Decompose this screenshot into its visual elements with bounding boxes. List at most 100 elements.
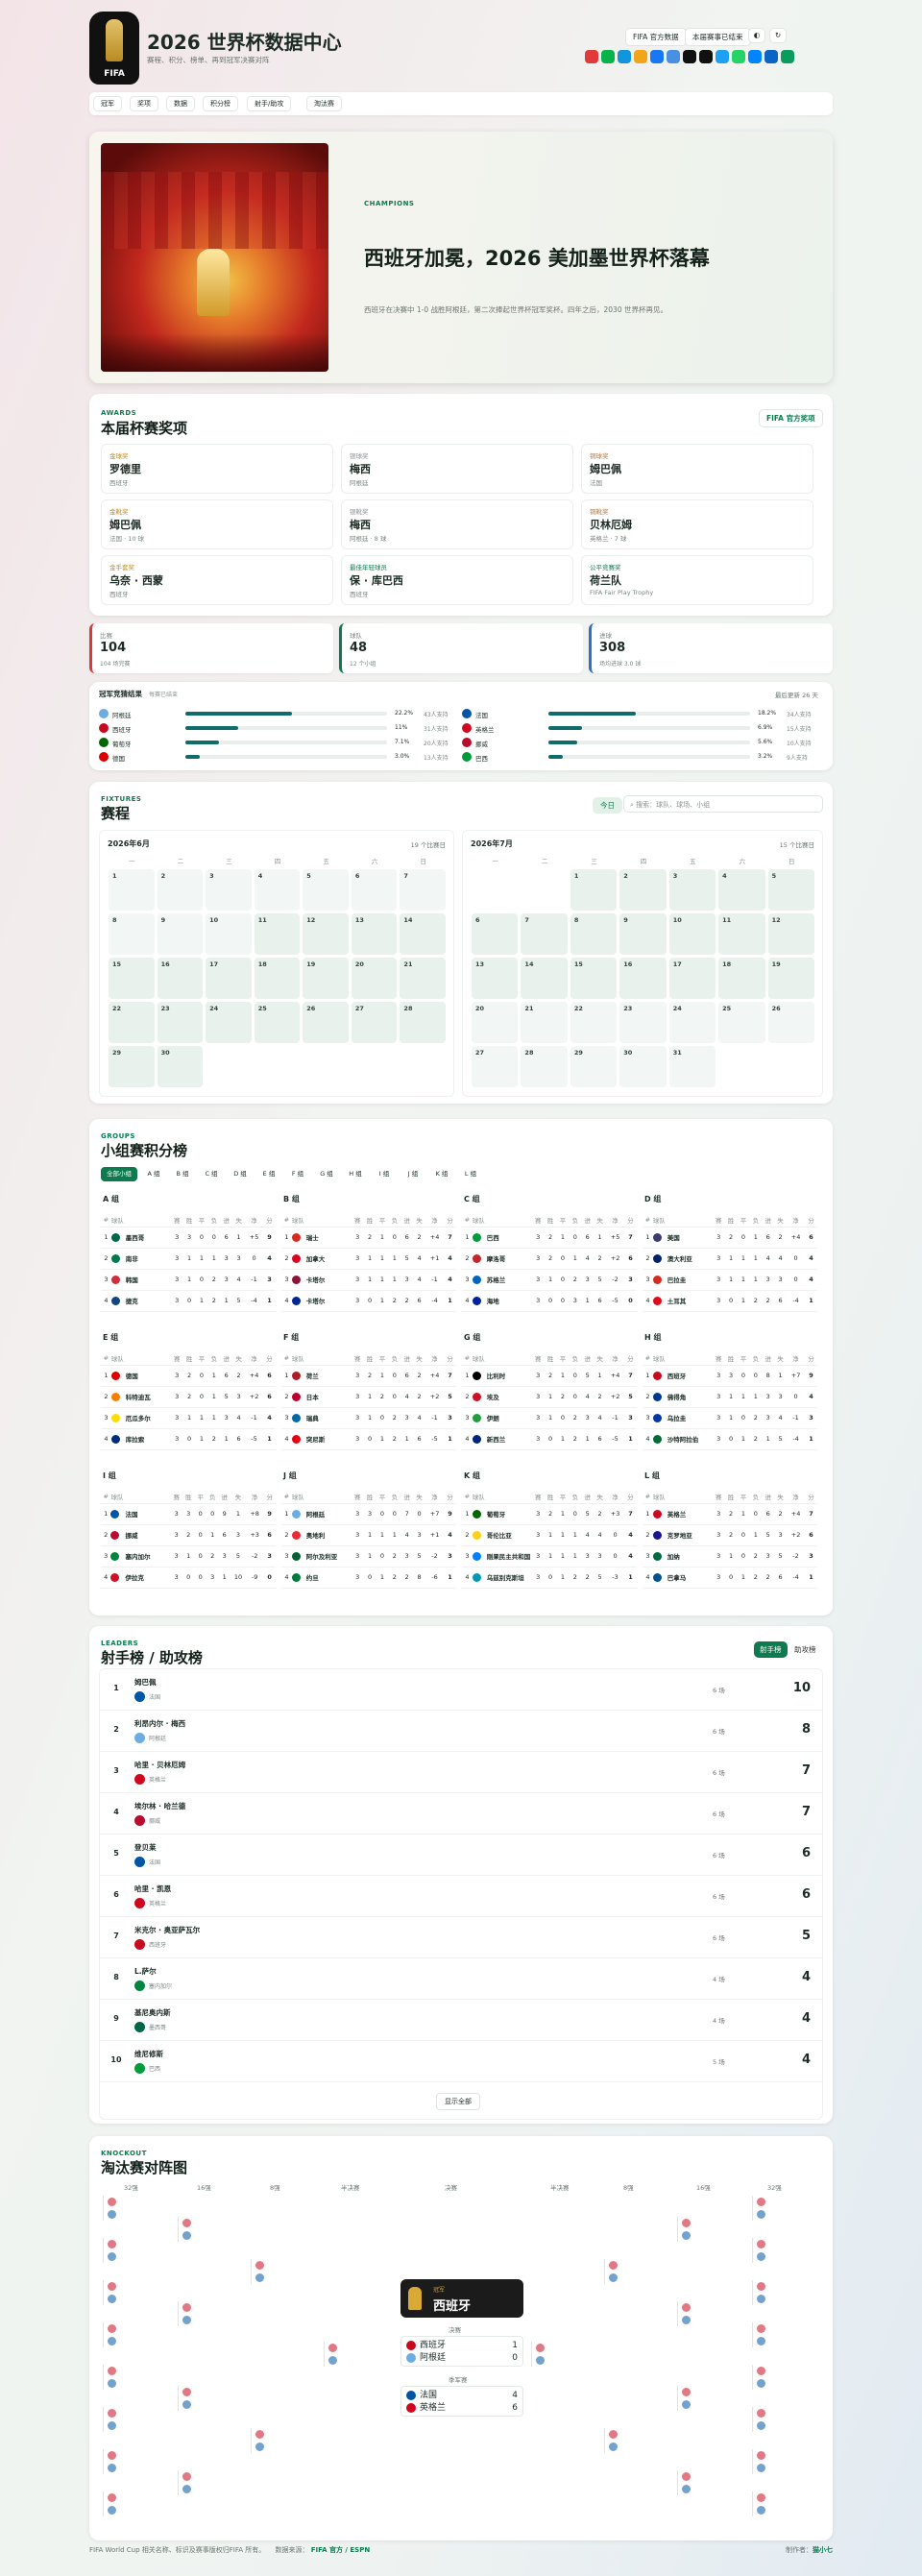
share-icon[interactable] bbox=[732, 50, 745, 63]
share-icon[interactable] bbox=[764, 50, 778, 63]
bracket-match[interactable] bbox=[752, 2407, 821, 2432]
calendar-day[interactable]: 20 bbox=[351, 958, 398, 999]
calendar-day[interactable]: 23 bbox=[157, 1002, 204, 1043]
bracket-match[interactable] bbox=[677, 2217, 746, 2242]
calendar-day[interactable]: 10 bbox=[668, 913, 716, 955]
table-row[interactable]: 4 突尼斯 3 0 1 2 1 6 -5 1 bbox=[281, 1428, 456, 1450]
calendar-day[interactable]: 27 bbox=[472, 1046, 519, 1087]
refresh-icon[interactable]: ↻ bbox=[769, 28, 787, 43]
bracket-match[interactable] bbox=[752, 2491, 821, 2516]
bracket-match[interactable] bbox=[178, 2217, 247, 2242]
calendar-day[interactable]: 19 bbox=[303, 958, 349, 999]
calendar-day[interactable]: 28 bbox=[400, 1002, 446, 1043]
calendar-day[interactable]: 8 bbox=[570, 913, 618, 955]
calendar-day[interactable]: 25 bbox=[254, 1002, 301, 1043]
calendar-day[interactable]: 15 bbox=[570, 958, 618, 999]
calendar-day[interactable]: 3 bbox=[668, 869, 716, 911]
group-tab[interactable]: J 组 bbox=[400, 1167, 425, 1181]
bracket-match[interactable] bbox=[251, 2428, 320, 2453]
fixture-search-input[interactable]: ⌕ 搜索：球队、球场、小组 bbox=[623, 795, 823, 813]
calendar-day[interactable]: 25 bbox=[718, 1002, 765, 1043]
bracket-match[interactable] bbox=[103, 2322, 172, 2347]
table-row[interactable]: 1 墨西哥 3 3 0 0 6 1 +5 9 bbox=[101, 1227, 276, 1249]
calendar-day[interactable]: 5 bbox=[303, 869, 349, 911]
calendar-day[interactable]: 7 bbox=[521, 913, 568, 955]
group-tab[interactable]: I 组 bbox=[372, 1167, 397, 1181]
calendar-day[interactable]: 11 bbox=[254, 913, 301, 955]
table-row[interactable]: 2 哥伦比亚 3 1 1 1 4 4 0 4 bbox=[462, 1524, 637, 1546]
nav-link[interactable]: 数据 bbox=[166, 96, 195, 111]
calendar-day[interactable]: 9 bbox=[619, 913, 667, 955]
bracket-match[interactable] bbox=[752, 2196, 821, 2221]
share-icon[interactable] bbox=[683, 50, 696, 63]
leader-row[interactable]: 7 米克尔 · 奥亚萨瓦尔 西班牙 6 场 5 bbox=[100, 1917, 822, 1958]
nav-link[interactable]: 冠军 bbox=[93, 96, 122, 111]
table-row[interactable]: 2 埃及 3 1 2 0 4 2 +2 5 bbox=[462, 1386, 637, 1408]
leader-row[interactable]: 3 哈里 · 贝林厄姆 英格兰 6 场 7 bbox=[100, 1752, 822, 1793]
table-row[interactable]: 2 加拿大 3 1 1 1 5 4 +1 4 bbox=[281, 1248, 456, 1270]
group-tab[interactable]: A 组 bbox=[141, 1167, 166, 1181]
calendar-day[interactable]: 2 bbox=[619, 869, 667, 911]
bracket-match[interactable] bbox=[178, 2386, 247, 2411]
table-row[interactable]: 3 巴拉圭 3 1 1 1 3 3 0 4 bbox=[643, 1269, 817, 1291]
table-row[interactable]: 4 新西兰 3 0 1 2 1 6 -5 1 bbox=[462, 1428, 637, 1450]
calendar-day[interactable]: 16 bbox=[619, 958, 667, 999]
table-row[interactable]: 3 伊朗 3 1 0 2 3 4 -1 3 bbox=[462, 1407, 637, 1429]
table-row[interactable]: 2 澳大利亚 3 1 1 1 4 4 0 4 bbox=[643, 1248, 817, 1270]
calendar-day[interactable]: 1 bbox=[109, 869, 155, 911]
calendar-day[interactable]: 15 bbox=[109, 958, 155, 999]
share-icon[interactable] bbox=[781, 50, 794, 63]
third-place-match[interactable]: 法国 4 英格兰 6 bbox=[400, 2386, 523, 2417]
bracket-match[interactable] bbox=[251, 2259, 320, 2284]
table-row[interactable]: 3 乌拉圭 3 1 0 2 3 4 -1 3 bbox=[643, 1407, 817, 1429]
fifa-awards-link[interactable]: FIFA 官方奖项 bbox=[759, 409, 823, 427]
calendar-day[interactable]: 12 bbox=[767, 913, 814, 955]
calendar-day[interactable]: 19 bbox=[767, 958, 814, 999]
table-row[interactable]: 2 南非 3 1 1 1 3 3 0 4 bbox=[101, 1248, 276, 1270]
table-row[interactable]: 3 瑞典 3 1 0 2 3 4 -1 3 bbox=[281, 1407, 456, 1429]
table-row[interactable]: 3 卡塔尔 3 1 1 1 3 4 -1 4 bbox=[281, 1269, 456, 1291]
group-tab[interactable]: C 组 bbox=[199, 1167, 224, 1181]
table-row[interactable]: 3 塞内加尔 3 1 0 2 3 5 -2 3 bbox=[101, 1545, 276, 1567]
share-icon[interactable] bbox=[667, 50, 680, 63]
group-tab[interactable]: E 组 bbox=[256, 1167, 281, 1181]
table-row[interactable]: 4 巴拿马 3 0 1 2 2 6 -4 1 bbox=[643, 1567, 817, 1589]
table-row[interactable]: 2 佛得角 3 1 1 1 3 3 0 4 bbox=[643, 1386, 817, 1408]
bracket-match[interactable] bbox=[677, 2470, 746, 2495]
calendar-day[interactable]: 29 bbox=[570, 1046, 618, 1087]
share-icon[interactable] bbox=[618, 50, 631, 63]
footer-author-link[interactable]: 猫小七 bbox=[813, 2546, 833, 2554]
calendar-day[interactable]: 10 bbox=[206, 913, 252, 955]
calendar-day[interactable]: 3 bbox=[206, 869, 252, 911]
bracket-match[interactable] bbox=[531, 2342, 600, 2367]
share-icon[interactable] bbox=[601, 50, 615, 63]
table-row[interactable]: 1 西班牙 3 3 0 0 8 1 +7 9 bbox=[643, 1365, 817, 1387]
bracket-match[interactable] bbox=[103, 2238, 172, 2263]
calendar-day[interactable]: 4 bbox=[718, 869, 765, 911]
table-row[interactable]: 2 奥地利 3 1 1 1 4 3 +1 4 bbox=[281, 1524, 456, 1546]
calendar-day[interactable]: 13 bbox=[472, 958, 519, 999]
show-all-button[interactable]: 显示全部 bbox=[436, 2093, 480, 2110]
leader-row[interactable]: 5 登贝莱 法国 6 场 6 bbox=[100, 1835, 822, 1876]
calendar-day[interactable]: 4 bbox=[254, 869, 301, 911]
calendar-day[interactable]: 18 bbox=[718, 958, 765, 999]
bracket-match[interactable] bbox=[103, 2407, 172, 2432]
bracket-match[interactable] bbox=[103, 2196, 172, 2221]
table-row[interactable]: 1 瑞士 3 2 1 0 6 2 +4 7 bbox=[281, 1227, 456, 1249]
bracket-match[interactable] bbox=[103, 2365, 172, 2390]
table-row[interactable]: 2 克罗地亚 3 2 0 1 5 3 +2 6 bbox=[643, 1524, 817, 1546]
bracket-match[interactable] bbox=[103, 2491, 172, 2516]
table-row[interactable]: 1 荷兰 3 2 1 0 6 2 +4 7 bbox=[281, 1365, 456, 1387]
bracket-match[interactable] bbox=[178, 2470, 247, 2495]
nav-link[interactable]: 奖项 bbox=[130, 96, 158, 111]
table-row[interactable]: 4 卡塔尔 3 0 1 2 2 6 -4 1 bbox=[281, 1290, 456, 1312]
calendar-day[interactable]: 17 bbox=[668, 958, 716, 999]
table-row[interactable]: 4 海地 3 0 0 3 1 6 -5 0 bbox=[462, 1290, 637, 1312]
table-row[interactable]: 1 阿根廷 3 3 0 0 7 0 +7 9 bbox=[281, 1503, 456, 1525]
group-tab[interactable]: H 组 bbox=[343, 1167, 368, 1181]
bracket-match[interactable] bbox=[178, 2301, 247, 2326]
table-row[interactable]: 3 韩国 3 1 0 2 3 4 -1 3 bbox=[101, 1269, 276, 1291]
calendar-day[interactable]: 6 bbox=[472, 913, 519, 955]
leader-row[interactable]: 4 埃尔林 · 哈兰德 挪威 6 场 7 bbox=[100, 1793, 822, 1835]
calendar-day[interactable]: 7 bbox=[400, 869, 446, 911]
